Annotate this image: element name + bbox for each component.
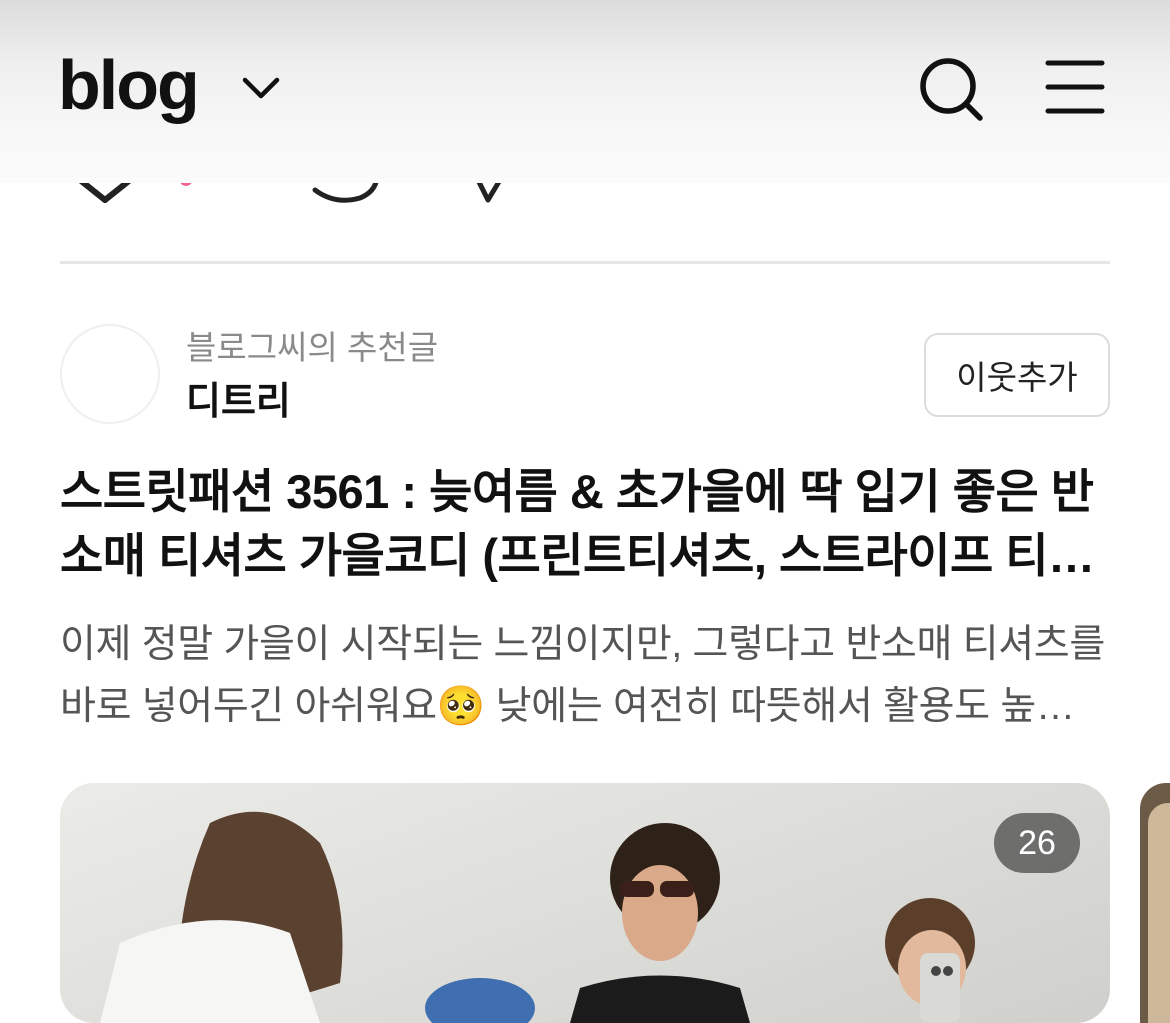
top-header: blog xyxy=(0,0,1170,183)
section-divider xyxy=(60,261,1110,264)
author-avatar[interactable] xyxy=(60,324,160,424)
post-title[interactable]: 스트릿패션 3561 : 늦여름 & 초가을에 딱 입기 좋은 반소매 티셔츠 … xyxy=(60,460,1110,588)
menu-icon[interactable] xyxy=(1044,58,1106,116)
post-excerpt[interactable]: 이제 정말 가을이 시작되는 느낌이지만, 그렇다고 반소매 티셔츠를 바로 넣… xyxy=(60,614,1110,738)
photo-illustration xyxy=(100,811,975,1023)
blog-logo[interactable]: blog xyxy=(58,40,200,130)
image-count-badge: 26 xyxy=(994,813,1080,873)
next-image-peek[interactable] xyxy=(1140,783,1170,1023)
add-neighbor-button[interactable]: 이웃추가 xyxy=(924,333,1110,417)
recommend-label: 블로그씨의 추천글 xyxy=(186,329,439,366)
author-name[interactable]: 디트리 xyxy=(186,378,291,426)
post-image[interactable] xyxy=(60,783,1110,1023)
chevron-down-icon[interactable] xyxy=(240,70,282,104)
search-icon[interactable] xyxy=(916,54,986,124)
